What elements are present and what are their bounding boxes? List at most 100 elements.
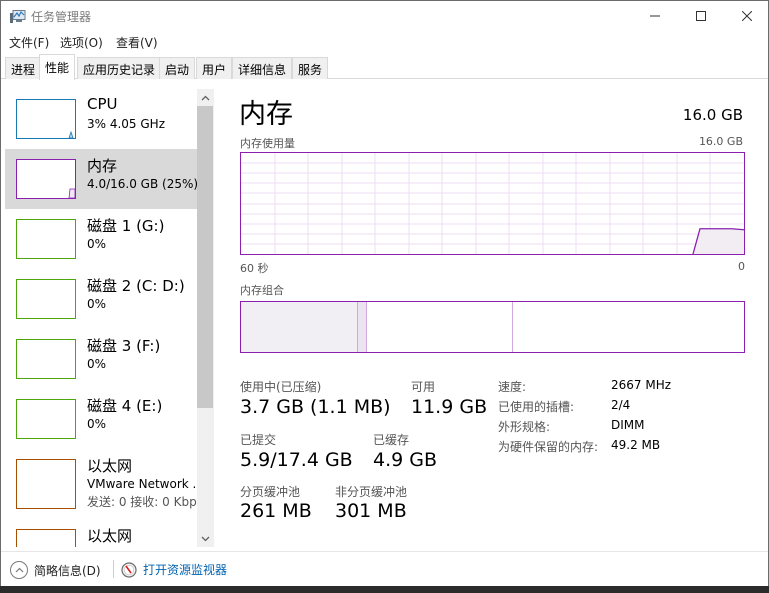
ethernet-mini-graph (16, 459, 76, 509)
cpu-mini-graph (16, 99, 76, 139)
resource-name: CPU (87, 95, 118, 113)
resource-throughput: 发送: 0 接收: 0 Kbp (87, 495, 197, 509)
tab-app-history[interactable]: 应用历史记录 (77, 57, 162, 79)
tab-users[interactable]: 用户 (196, 57, 233, 79)
resource-item-disk-3[interactable]: 磁盘 3 (F:) 0% (5, 329, 197, 389)
disk-mini-graph (16, 279, 76, 319)
resource-item-ethernet-2[interactable]: 以太网 (5, 519, 197, 547)
resource-name: 磁盘 4 (E:) (87, 397, 163, 415)
in-use-label: 使用中(已压缩) (240, 380, 322, 394)
tab-performance[interactable]: 性能 (39, 54, 76, 80)
minimize-icon (650, 15, 660, 17)
resource-name: 磁盘 2 (C: D:) (87, 277, 185, 295)
slots-used-label: 已使用的插槽: (498, 400, 575, 414)
memory-total: 16.0 GB (682, 106, 743, 124)
usage-area (693, 228, 744, 254)
maximize-icon (696, 11, 706, 21)
committed-value: 5.9/17.4 GB (240, 449, 353, 471)
memory-mini-graph (16, 159, 76, 199)
cached-value: 4.9 GB (373, 449, 438, 471)
non-paged-pool-label: 非分页缓冲池 (335, 485, 408, 499)
fewer-details-button[interactable]: 简略信息(D) (10, 561, 101, 579)
title-bar: 任务管理器 (1, 1, 768, 31)
form-factor-label: 外形规格: (498, 420, 551, 434)
available-value: 11.9 GB (411, 396, 488, 418)
tab-processes[interactable]: 进程 (5, 57, 42, 79)
available-label: 可用 (411, 380, 436, 394)
chevron-down-icon (201, 536, 210, 541)
menu-bar: 文件(F) 选项(O) 查看(V) (1, 32, 768, 52)
task-manager-app-icon (10, 10, 26, 23)
maximize-button[interactable] (678, 1, 724, 31)
form-factor-value: DIMM (611, 418, 645, 432)
tab-bar: 进程 性能 应用历史记录 启动 用户 详细信息 服务 (1, 54, 768, 80)
ethernet-mini-graph (16, 529, 76, 547)
open-resource-monitor-label: 打开资源监视器 (143, 563, 228, 577)
resource-item-disk-4[interactable]: 磁盘 4 (E:) 0% (5, 389, 197, 449)
resource-name: 以太网 (87, 527, 133, 545)
disk-mini-graph (16, 339, 76, 379)
resource-item-cpu[interactable]: CPU 3% 4.05 GHz (5, 89, 197, 149)
scroll-thumb[interactable] (197, 106, 213, 408)
composition-standby (367, 302, 513, 352)
slots-used-value: 2/4 (611, 398, 631, 412)
resource-value: 4.0/16.0 GB (25%) (87, 177, 197, 191)
usage-graph-label: 内存使用量 (240, 137, 295, 150)
desktop-background-strip (0, 586, 769, 593)
chevron-up-icon (201, 95, 210, 100)
resource-item-ethernet-1[interactable]: 以太网 VMware Network . 发送: 0 接收: 0 Kbp (5, 449, 197, 519)
memory-usage-graph (240, 152, 745, 255)
resource-list-scrollbar[interactable] (197, 89, 214, 547)
graph-time-end: 0 (738, 260, 745, 273)
tab-services[interactable]: 服务 (292, 57, 329, 79)
tab-startup[interactable]: 启动 (159, 57, 196, 79)
page-title: 内存 (239, 99, 293, 130)
menu-view[interactable]: 查看(V) (116, 34, 158, 51)
resource-value: 0% (87, 297, 107, 311)
graph-time-start: 60 秒 (240, 262, 269, 275)
close-button[interactable] (724, 1, 769, 31)
in-use-value: 3.7 GB (1.1 MB) (240, 396, 391, 418)
footer-separator (113, 560, 114, 578)
resource-item-memory[interactable]: 内存 4.0/16.0 GB (25%) (5, 149, 197, 209)
resource-value: 0% (87, 237, 107, 251)
resource-list: CPU 3% 4.05 GHz 内存 4.0/16.0 GB (25%) 磁盘 … (5, 89, 197, 547)
committed-label: 已提交 (240, 433, 277, 447)
speed-value: 2667 MHz (611, 378, 672, 392)
resource-name: 磁盘 1 (G:) (87, 217, 165, 235)
cached-label: 已缓存 (373, 433, 410, 447)
speed-label: 速度: (498, 380, 527, 394)
menu-options[interactable]: 选项(O) (60, 34, 103, 51)
tab-details[interactable]: 详细信息 (232, 57, 293, 79)
resource-item-disk-1[interactable]: 磁盘 1 (G:) 0% (5, 209, 197, 269)
disk-mini-graph (16, 399, 76, 439)
composition-label: 内存组合 (240, 284, 284, 297)
scroll-up-button[interactable] (197, 89, 214, 106)
task-manager-window: 任务管理器 文件(F) 选项(O) 查看(V) 进程 性能 应用历史记录 启动 … (0, 0, 769, 593)
resource-value: VMware Network . (87, 477, 197, 491)
menu-file[interactable]: 文件(F) (9, 34, 49, 51)
window-title: 任务管理器 (31, 10, 92, 24)
disk-mini-graph (16, 219, 76, 259)
fewer-details-label: 简略信息(D) (34, 563, 101, 578)
footer: 简略信息(D) 打开资源监视器 (1, 551, 768, 587)
resource-item-disk-2[interactable]: 磁盘 2 (C: D:) 0% (5, 269, 197, 329)
open-resource-monitor-link[interactable]: 打开资源监视器 (121, 561, 227, 578)
paged-pool-value: 261 MB (240, 500, 312, 522)
resource-name: 磁盘 3 (F:) (87, 337, 161, 355)
non-paged-pool-value: 301 MB (335, 500, 407, 522)
hardware-reserved-value: 49.2 MB (611, 438, 661, 452)
composition-in-use (241, 302, 357, 352)
usage-graph-max: 16.0 GB (698, 135, 743, 148)
scroll-down-button[interactable] (197, 530, 214, 547)
hardware-reserved-label: 为硬件保留的内存: (498, 440, 599, 454)
resource-name: 以太网 (87, 457, 133, 475)
composition-modified (357, 302, 367, 352)
resource-monitor-icon (121, 561, 137, 578)
chevron-up-circle-icon (10, 561, 28, 579)
minimize-button[interactable] (632, 1, 678, 31)
close-icon (742, 11, 752, 21)
resource-value: 0% (87, 417, 107, 431)
resource-name: 内存 (87, 157, 118, 175)
paged-pool-label: 分页缓冲池 (240, 485, 301, 499)
